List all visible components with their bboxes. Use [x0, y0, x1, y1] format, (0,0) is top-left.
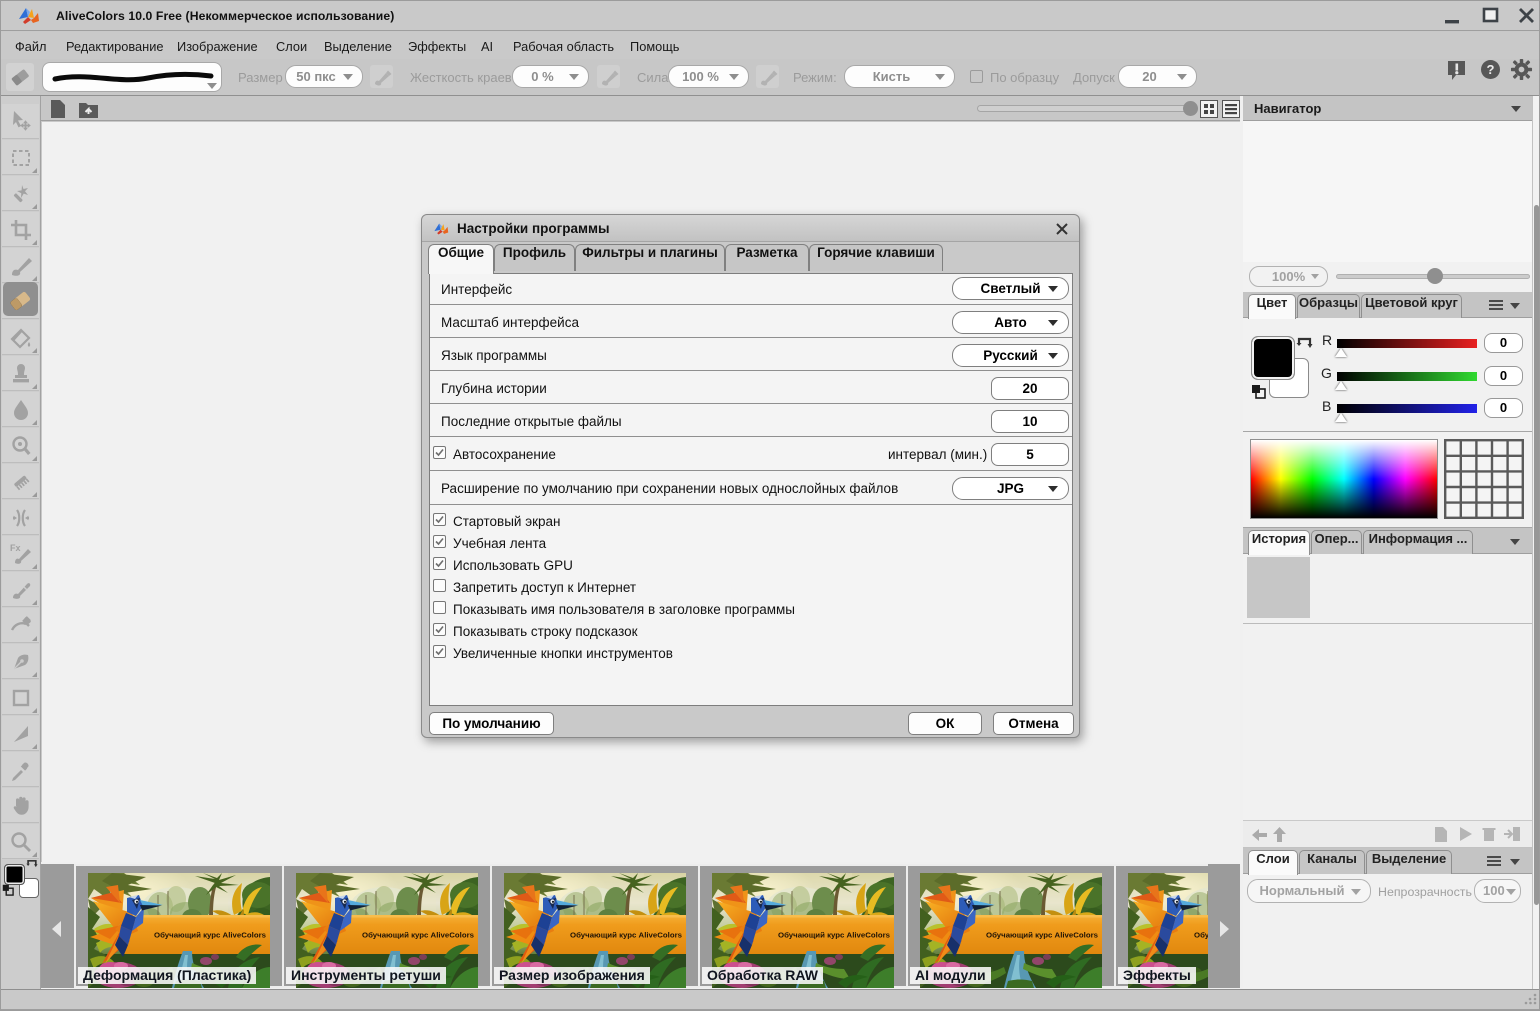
- svg-text:?: ?: [1487, 62, 1495, 77]
- svg-text:Fx: Fx: [10, 543, 21, 553]
